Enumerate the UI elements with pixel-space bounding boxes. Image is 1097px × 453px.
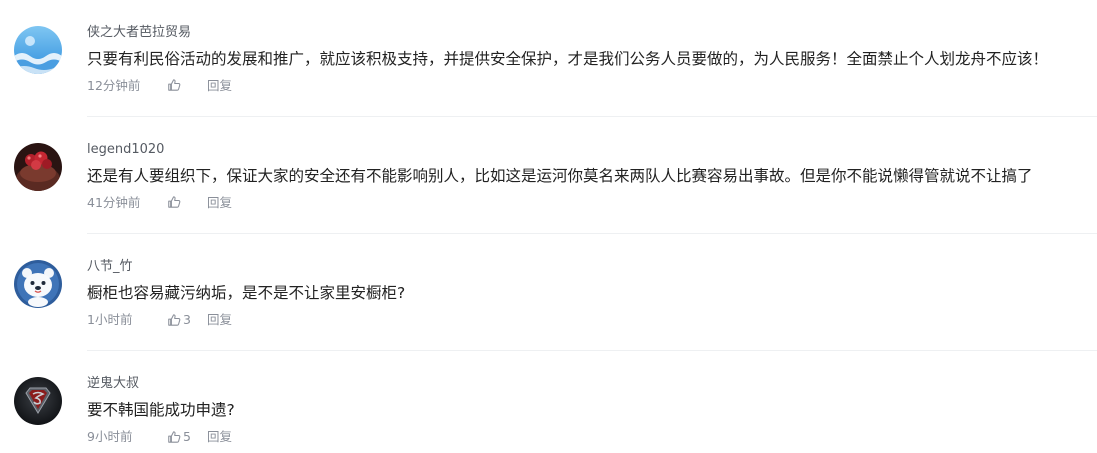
like-button[interactable]: 5 — [167, 429, 191, 445]
like-button[interactable] — [167, 78, 183, 92]
comment-text: 还是有人要组织下，保证大家的安全还有不能影响别人，比如这是运河你莫名来两队人比赛… — [87, 167, 1033, 185]
like-count: 5 — [183, 429, 191, 444]
reply-button[interactable]: 回复 — [207, 312, 232, 328]
timestamp: 41分钟前 — [87, 195, 141, 210]
comment-list: 侠之大者芭拉贸易 只要有利民俗活动的发展和推广，就应该积极支持，并提供安全保护，… — [0, 0, 1097, 453]
thumbs-up-icon — [168, 314, 181, 326]
thumbs-up-icon — [168, 196, 181, 208]
avatar[interactable] — [14, 26, 62, 74]
like-button[interactable] — [167, 195, 183, 209]
username[interactable]: legend1020 — [87, 142, 164, 158]
comment-item: 逆鬼大叔 要不韩国能成功申遗? 9小时前 5 回复 — [0, 351, 1097, 453]
red-fruit-avatar-icon — [14, 143, 62, 191]
avatar[interactable] — [14, 260, 62, 308]
username[interactable]: 侠之大者芭拉贸易 — [87, 25, 191, 41]
blue-sea-avatar-icon — [14, 26, 62, 74]
username[interactable]: 八节_竹 — [87, 259, 133, 275]
thumbs-up-icon — [168, 431, 181, 443]
thumbs-up-icon — [168, 79, 181, 91]
cartoon-bear-avatar-icon — [14, 260, 62, 308]
like-button[interactable]: 3 — [167, 312, 191, 328]
timestamp: 1小时前 — [87, 312, 133, 327]
comment-item: 八节_竹 橱柜也容易藏污纳垢，是不是不让家里安橱柜? 1小时前 3 回复 — [0, 234, 1097, 351]
reply-button[interactable]: 回复 — [207, 429, 232, 445]
timestamp: 9小时前 — [87, 429, 133, 444]
avatar[interactable] — [14, 377, 62, 425]
comment-text: 只要有利民俗活动的发展和推广，就应该积极支持，并提供安全保护，才是我们公务人员要… — [87, 50, 1049, 68]
like-count: 3 — [183, 312, 191, 327]
avatar[interactable] — [14, 143, 62, 191]
superman-logo-avatar-icon — [14, 377, 62, 425]
comment-text: 橱柜也容易藏污纳垢，是不是不让家里安橱柜? — [87, 284, 406, 302]
reply-button[interactable]: 回复 — [207, 78, 232, 94]
comment-item: 侠之大者芭拉贸易 只要有利民俗活动的发展和推广，就应该积极支持，并提供安全保护，… — [0, 0, 1097, 117]
reply-button[interactable]: 回复 — [207, 195, 232, 211]
comment-text: 要不韩国能成功申遗? — [87, 401, 235, 419]
timestamp: 12分钟前 — [87, 78, 141, 93]
comment-item: legend1020 还是有人要组织下，保证大家的安全还有不能影响别人，比如这是… — [0, 117, 1097, 234]
username[interactable]: 逆鬼大叔 — [87, 376, 139, 392]
